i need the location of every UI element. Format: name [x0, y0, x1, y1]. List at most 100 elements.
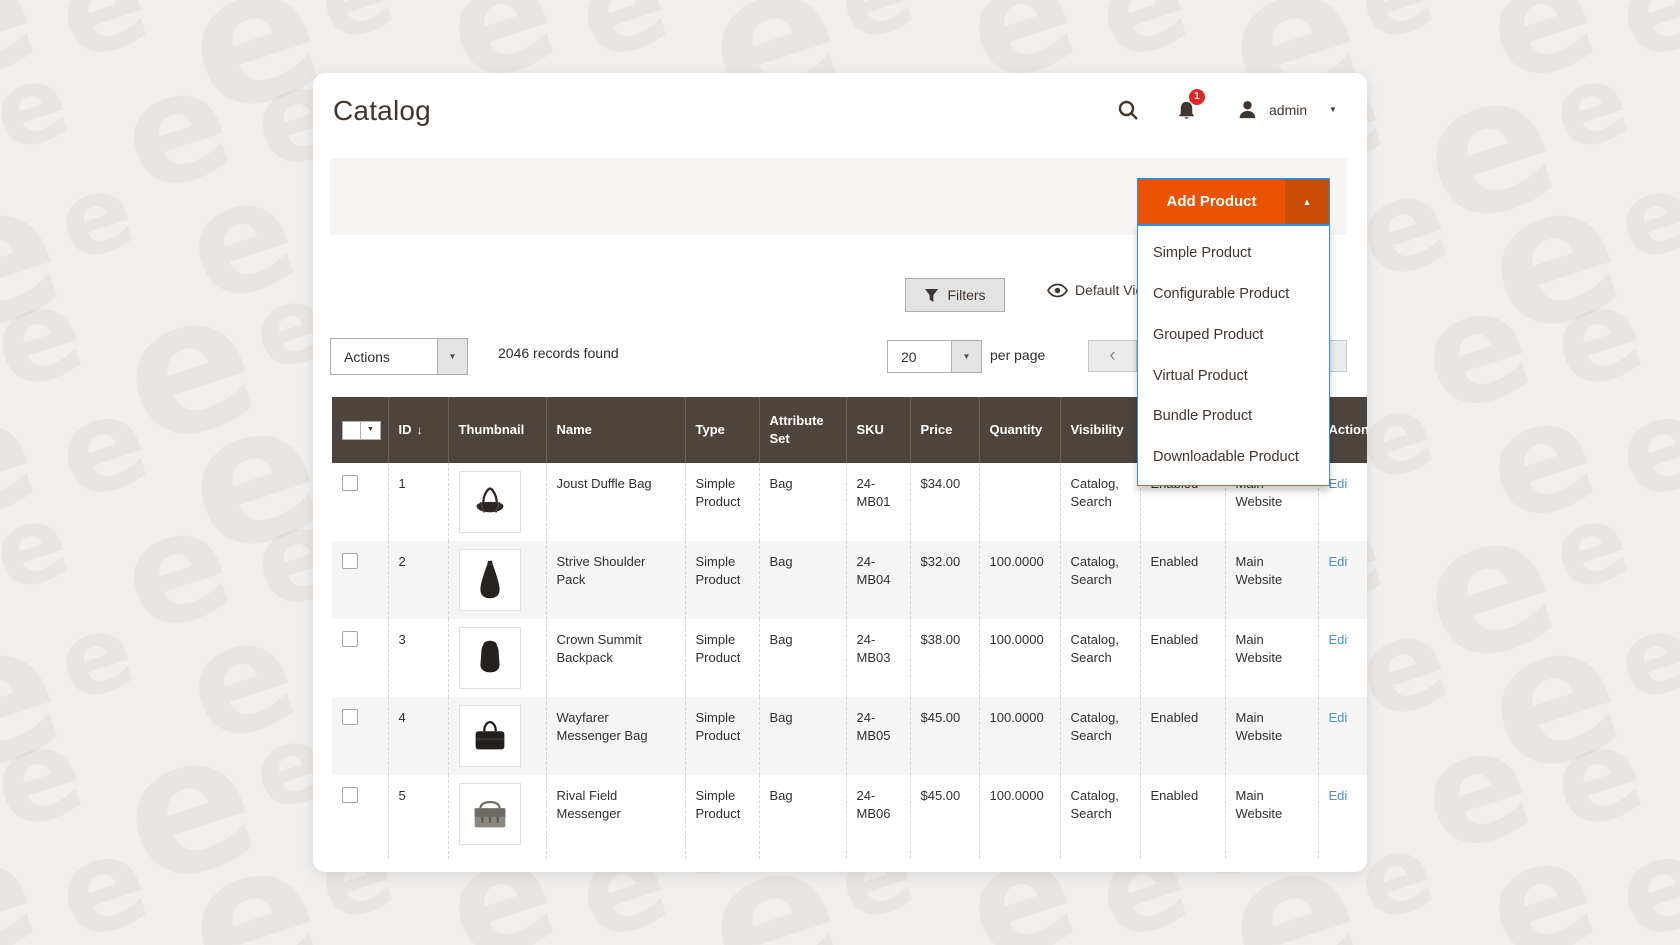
product-thumbnail messenger-bag-image	[459, 705, 521, 767]
cell-name: Wayfarer Messenger Bag	[546, 697, 685, 775]
edit-link[interactable]: Edit	[1329, 710, 1348, 725]
column-header-sku[interactable]: SKU	[846, 397, 910, 463]
table-row: 3Crown Summit BackpackSimple ProductBag2…	[332, 619, 1367, 697]
cell-thumb	[448, 541, 546, 619]
row-checkbox[interactable]	[342, 709, 358, 725]
cell-quantity: 100.0000	[979, 619, 1060, 697]
edit-link[interactable]: Edit	[1329, 632, 1348, 647]
cell-name: Crown Summit Backpack	[546, 619, 685, 697]
cell-type: Simple Product	[685, 697, 759, 775]
per-page-caret-icon: ▼	[951, 341, 981, 372]
cell-select	[332, 463, 388, 541]
cell-quantity: 100.0000	[979, 541, 1060, 619]
row-checkbox[interactable]	[342, 475, 358, 491]
actions-caret-icon: ▼	[437, 339, 467, 374]
edit-link[interactable]: Edit	[1329, 788, 1348, 803]
cell-quantity	[979, 463, 1060, 541]
cell-thumb	[448, 619, 546, 697]
add-product-menu-item[interactable]: Bundle Product	[1138, 396, 1329, 437]
column-header-id[interactable]: ID↓	[388, 397, 448, 463]
previous-page-button[interactable]: ‹	[1088, 340, 1137, 372]
row-checkbox[interactable]	[342, 787, 358, 803]
cell-type: Simple Product	[685, 775, 759, 859]
cell-name: Rival Field Messenger	[546, 775, 685, 859]
cell-name: Strive Shoulder Pack	[546, 541, 685, 619]
cell-status: Enabled	[1140, 697, 1225, 775]
cell-select	[332, 541, 388, 619]
cell-attribute-set: Bag	[759, 541, 846, 619]
watermark-letter: e	[46, 597, 146, 719]
row-checkbox[interactable]	[342, 631, 358, 647]
cell-sku: 24-MB06	[846, 775, 910, 859]
desktop: eeeeeeeeeeeeeeeeeeeeeeeeeeeeeeeeeeeeeeee…	[0, 0, 1680, 945]
column-header-quantity[interactable]: Quantity	[979, 397, 1060, 463]
watermark-letter: e	[1603, 375, 1680, 520]
column-header-type[interactable]: Type	[685, 397, 759, 463]
cell-status: Enabled	[1140, 541, 1225, 619]
cell-sku: 24-MB04	[846, 541, 910, 619]
edit-link[interactable]: Edit	[1329, 554, 1348, 569]
select-all-checkbox[interactable]	[343, 422, 361, 439]
cell-action: Edit	[1318, 619, 1367, 697]
cell-price: $45.00	[910, 697, 979, 775]
cell-attribute-set: Bag	[759, 463, 846, 541]
cell-websites: Main Website	[1225, 541, 1318, 619]
add-product-menu: Simple ProductConfigurable ProductGroupe…	[1137, 225, 1330, 486]
cell-name: Joust Duffle Bag	[546, 463, 685, 541]
column-header-attribute-set[interactable]: Attribute Set	[759, 397, 846, 463]
cell-websites: Main Website	[1225, 775, 1318, 859]
add-product-menu-item[interactable]: Virtual Product	[1138, 356, 1329, 397]
per-page-value: 20	[888, 341, 951, 372]
add-product-toggle[interactable]: ▲	[1285, 179, 1329, 224]
caret-up-icon: ▲	[1303, 197, 1312, 207]
per-page-label: per page	[990, 347, 1045, 363]
column-header-visibility[interactable]: Visibility	[1060, 397, 1140, 463]
select-all-header: ▼	[332, 397, 388, 463]
product-thumbnail backpack-image	[459, 627, 521, 689]
add-product-button[interactable]: Add Product	[1138, 179, 1285, 224]
user-avatar-icon[interactable]	[1236, 98, 1259, 126]
add-product-menu-item[interactable]: Configurable Product	[1138, 274, 1329, 315]
row-checkbox[interactable]	[342, 553, 358, 569]
column-header-price[interactable]: Price	[910, 397, 979, 463]
cell-sku: 24-MB01	[846, 463, 910, 541]
admin-menu-caret-icon[interactable]: ▼	[1329, 105, 1337, 114]
admin-menu-label[interactable]: admin	[1269, 102, 1307, 118]
filters-button[interactable]: Filters	[905, 278, 1005, 312]
records-found-text: 2046 records found	[498, 345, 619, 361]
column-header-thumbnail[interactable]: Thumbnail	[448, 397, 546, 463]
search-icon[interactable]	[1116, 98, 1140, 127]
cell-visibility: Catalog, Search	[1060, 697, 1140, 775]
eye-icon	[1047, 283, 1068, 298]
cell-action: Edit	[1318, 541, 1367, 619]
table-row: 4Wayfarer Messenger BagSimple ProductBag…	[332, 697, 1367, 775]
per-page-select[interactable]: 20 ▼	[887, 340, 982, 373]
actions-select-value: Actions	[331, 339, 437, 374]
cell-sku: 24-MB05	[846, 697, 910, 775]
filter-funnel-icon	[924, 288, 939, 303]
cell-price: $45.00	[910, 775, 979, 859]
notification-badge[interactable]: 1	[1189, 89, 1205, 105]
watermark-letter: e	[46, 157, 146, 279]
cell-price: $32.00	[910, 541, 979, 619]
actions-select[interactable]: Actions ▼	[330, 338, 468, 375]
cell-attribute-set: Bag	[759, 697, 846, 775]
cell-type: Simple Product	[685, 463, 759, 541]
column-header-name[interactable]: Name	[546, 397, 685, 463]
add-product-control: Add Product ▲ Simple ProductConfigurable…	[1137, 178, 1330, 225]
cell-type: Simple Product	[685, 619, 759, 697]
add-product-menu-item[interactable]: Simple Product	[1138, 233, 1329, 274]
add-product-split-button: Add Product ▲	[1137, 178, 1330, 225]
add-product-menu-item[interactable]: Grouped Product	[1138, 315, 1329, 356]
cell-id: 2	[388, 541, 448, 619]
cell-price: $34.00	[910, 463, 979, 541]
cell-visibility: Catalog, Search	[1060, 541, 1140, 619]
edit-link[interactable]: Edit	[1329, 476, 1348, 491]
sort-descending-icon: ↓	[417, 423, 423, 437]
add-product-menu-item[interactable]: Downloadable Product	[1138, 437, 1329, 478]
cell-websites: Main Website	[1225, 619, 1318, 697]
cell-thumb	[448, 463, 546, 541]
product-thumbnail duffle-bag-image	[459, 471, 521, 533]
cell-type: Simple Product	[685, 541, 759, 619]
select-all-control[interactable]: ▼	[342, 421, 381, 440]
